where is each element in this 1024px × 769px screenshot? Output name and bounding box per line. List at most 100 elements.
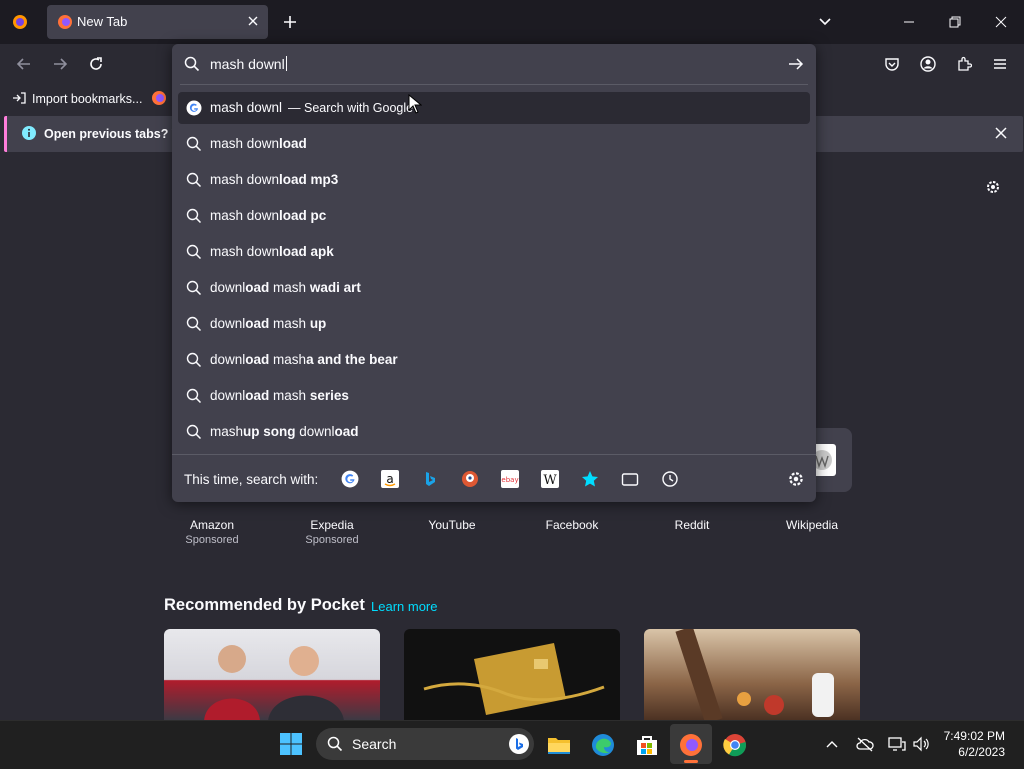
duckduckgo-icon[interactable] — [461, 470, 479, 488]
suggestion-text: mash downl — [210, 100, 283, 115]
suggestion-row[interactable]: download masha and the bear — [178, 344, 810, 376]
list-all-tabs-icon[interactable] — [818, 15, 832, 34]
taskbar-search-label: Search — [352, 736, 397, 752]
suggestion-completion: a and the bear — [306, 352, 398, 367]
suggestion-typed: mash — [269, 352, 307, 367]
shortcut-label-wikipedia: Wikipedia — [785, 518, 839, 532]
microsoft-store-icon[interactable] — [634, 732, 660, 758]
network-icon[interactable] — [888, 736, 906, 757]
sponsored-label: Sponsored — [185, 534, 239, 546]
close-icon[interactable] — [246, 14, 260, 33]
tab-new-tab[interactable]: New Tab — [47, 5, 268, 39]
suggestion-typed: downl — [210, 352, 246, 367]
amazon-icon[interactable]: a — [381, 470, 399, 488]
info-icon — [22, 126, 36, 145]
back-icon[interactable] — [16, 56, 32, 77]
menu-icon[interactable] — [992, 56, 1008, 77]
suggestion-search-with-google[interactable]: mash downl — Search with Google — [178, 92, 810, 124]
suggestion-typed: downl — [295, 424, 335, 439]
volume-icon[interactable] — [912, 736, 930, 757]
bookmarks-icon[interactable] — [581, 470, 599, 488]
suggestion-completion: up — [309, 316, 327, 331]
suggestion-completion: series — [309, 388, 349, 403]
taskbar-search-box[interactable]: Search — [316, 728, 534, 760]
account-icon[interactable] — [920, 56, 936, 77]
go-arrow-icon[interactable] — [788, 56, 804, 77]
suggestion-completion: oad — [334, 424, 359, 439]
suggestion-row[interactable]: mash download — [178, 128, 810, 160]
import-icon — [12, 91, 26, 110]
firefox-bookmark-icon[interactable] — [151, 90, 167, 111]
import-bookmarks-link[interactable]: Import bookmarks... — [32, 92, 142, 106]
onedrive-icon[interactable] — [856, 736, 874, 757]
suggestion-row[interactable]: mashup song download — [178, 416, 810, 448]
suggestion-typed: mash down — [210, 172, 280, 187]
suggestion-typed: mash — [269, 280, 310, 295]
one-off-search-bar: This time, search with: a ebay W — [172, 454, 816, 503]
show-hidden-icons-icon[interactable] — [826, 738, 838, 756]
address-input: mash downl — [210, 56, 287, 72]
personalize-gear-icon[interactable] — [985, 179, 1001, 200]
file-explorer-icon[interactable] — [546, 732, 572, 758]
address-input-text[interactable]: mash downl — [210, 56, 285, 72]
forward-icon[interactable] — [52, 56, 68, 77]
bing-icon[interactable] — [421, 470, 439, 488]
suggestion-row[interactable]: download mash wadi art — [178, 272, 810, 304]
shortcut-label-reddit: Reddit — [674, 518, 710, 532]
pocket-heading: Recommended by Pocket — [164, 596, 365, 614]
suggestion-row[interactable]: download mash series — [178, 380, 810, 412]
search-settings-gear-icon[interactable] — [787, 470, 805, 488]
pocket-card-image[interactable] — [164, 629, 380, 721]
ebay-icon[interactable]: ebay — [501, 470, 519, 488]
tabs-icon[interactable] — [621, 470, 639, 488]
notification-close-icon[interactable] — [995, 126, 1007, 144]
new-tab-icon[interactable] — [282, 14, 298, 35]
shortcut-label-youtube: YouTube — [428, 518, 476, 532]
suggestion-row[interactable]: mash download mp3 — [178, 164, 810, 196]
pocket-icon[interactable] — [884, 56, 900, 77]
suggestion-row[interactable]: download mash up — [178, 308, 810, 340]
suggestion-typed: mash — [210, 424, 244, 439]
suggestion-completion: load pc — [279, 208, 327, 223]
search-icon — [186, 172, 202, 193]
suggestion-typed: downl — [210, 316, 246, 331]
pocket-learn-more-link[interactable]: Learn more — [371, 599, 437, 614]
suggestion-row[interactable]: mash download apk — [178, 236, 810, 268]
suggestion-completion: oad — [245, 352, 270, 367]
edge-icon[interactable] — [590, 732, 616, 758]
start-icon[interactable] — [279, 732, 303, 761]
suggestion-completion: load mp3 — [279, 172, 339, 187]
suggestion-completion: wadi art — [309, 280, 361, 295]
suggestion-completion: oad — [245, 388, 270, 403]
firefox-view-icon[interactable] — [12, 14, 28, 35]
clock-time[interactable]: 7:49:02 PM — [930, 729, 1005, 743]
suggestion-row[interactable]: mash download pc — [178, 200, 810, 232]
search-icon — [186, 388, 202, 409]
search-icon — [186, 316, 202, 337]
minimize-icon[interactable] — [902, 15, 916, 34]
clock-date[interactable]: 6/2/2023 — [930, 745, 1005, 759]
suggestion-completion: load — [279, 136, 307, 151]
restore-icon[interactable] — [948, 15, 962, 34]
bing-chat-icon[interactable] — [508, 733, 530, 760]
shortcut-label-facebook: Facebook — [545, 518, 599, 532]
firefox-taskbar-button[interactable] — [670, 724, 712, 764]
pocket-card-image[interactable] — [404, 629, 620, 721]
wikipedia-icon[interactable]: W — [541, 470, 559, 488]
extensions-icon[interactable] — [956, 56, 973, 77]
sponsored-label: Sponsored — [305, 534, 359, 546]
suggestion-typed: mash — [269, 388, 310, 403]
search-icon — [186, 424, 202, 445]
history-icon[interactable] — [661, 470, 679, 488]
suggestion-typed: mash down — [210, 136, 280, 151]
search-icon — [184, 56, 200, 77]
suggestion-typed: mash — [269, 316, 310, 331]
pocket-card-image[interactable] — [644, 629, 860, 721]
address-bar[interactable]: mash downl — [172, 44, 816, 84]
window-close-icon[interactable] — [994, 15, 1008, 34]
suggestion-typed: mash down — [210, 244, 280, 259]
chrome-icon[interactable] — [722, 732, 748, 758]
google-icon[interactable] — [341, 470, 359, 488]
shortcut-label-expedia: Expedia — [310, 518, 354, 532]
reload-icon[interactable] — [88, 56, 104, 77]
